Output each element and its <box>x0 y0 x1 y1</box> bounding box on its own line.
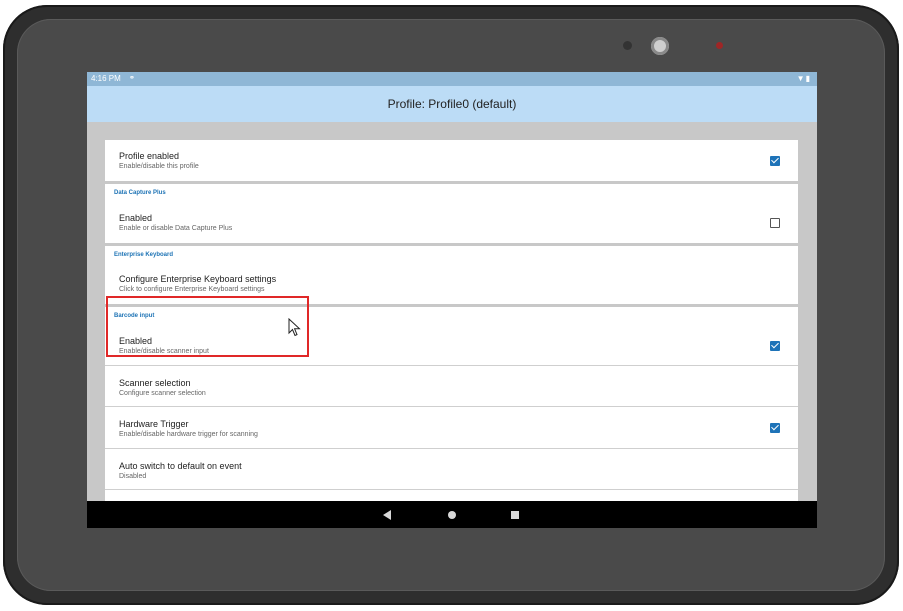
configure-ekb-row[interactable]: Configure Enterprise Keyboard settings C… <box>105 264 798 304</box>
hardware-trigger-title: Hardware Trigger <box>119 419 189 429</box>
dcp-enabled-title: Enabled <box>119 213 153 223</box>
dcp-enabled-subtitle: Enable or disable Data Capture Plus <box>119 225 233 232</box>
status-time: 4:16 PM <box>91 74 121 83</box>
led-indicator <box>716 42 723 49</box>
group-data-capture-plus: Data Capture Plus Enabled Enable or disa… <box>105 184 798 243</box>
barcode-enabled-title: Enabled <box>119 336 153 346</box>
recents-icon[interactable] <box>511 511 519 519</box>
scanner-selection-row[interactable]: Scanner selection Configure scanner sele… <box>105 366 798 406</box>
page-title: Profile: Profile0 (default) <box>387 97 517 111</box>
auto-switch-row[interactable]: Auto switch to default on event Disabled <box>105 449 798 489</box>
battery-wifi-icons: ▼▮ <box>796 74 811 83</box>
status-bar: 4:16 PM ⚭ ▼▮ <box>87 72 817 86</box>
profile-enabled-title: Profile enabled <box>119 151 180 161</box>
barcode-enabled-row[interactable]: Enabled Enable/disable scanner input <box>105 325 798 365</box>
barcode-enabled-checkbox[interactable] <box>770 341 780 351</box>
profile-enabled-subtitle: Enable/disable this profile <box>119 163 199 170</box>
section-header-ekb: Enterprise Keyboard <box>114 252 174 258</box>
profile-enabled-row[interactable]: Profile enabled Enable/disable this prof… <box>105 140 798 181</box>
hardware-trigger-row[interactable]: Hardware Trigger Enable/disable hardware… <box>105 407 798 448</box>
group-barcode-input: Barcode input Enabled Enable/disable sca… <box>105 307 798 501</box>
scanner-selection-title: Scanner selection <box>119 378 191 388</box>
scanner-selection-subtitle: Configure scanner selection <box>119 390 206 397</box>
mic-icon: ⚭ <box>129 75 135 82</box>
divider <box>105 489 798 490</box>
section-header-barcode: Barcode input <box>114 313 155 319</box>
dcp-enabled-checkbox[interactable] <box>770 218 780 228</box>
configure-ekb-title: Configure Enterprise Keyboard settings <box>119 274 277 284</box>
hardware-trigger-checkbox[interactable] <box>770 423 780 433</box>
sensor-dot <box>623 41 632 50</box>
device-screen: 4:16 PM ⚭ ▼▮ Profile: Profile0 (default)… <box>87 72 817 528</box>
app-bar: Profile: Profile0 (default) <box>87 86 817 122</box>
barcode-enabled-subtitle: Enable/disable scanner input <box>119 348 209 355</box>
group-enterprise-keyboard: Enterprise Keyboard Configure Enterprise… <box>105 246 798 304</box>
dcp-enabled-row[interactable]: Enabled Enable or disable Data Capture P… <box>105 202 798 243</box>
group-profile: Profile enabled Enable/disable this prof… <box>105 140 798 181</box>
section-header-dcp: Data Capture Plus <box>114 190 166 196</box>
home-icon[interactable] <box>448 511 456 519</box>
back-icon[interactable] <box>383 510 391 520</box>
profile-enabled-checkbox[interactable] <box>770 156 780 166</box>
auto-switch-subtitle: Disabled <box>119 473 147 480</box>
hardware-trigger-subtitle: Enable/disable hardware trigger for scan… <box>119 431 258 438</box>
configure-ekb-subtitle: Click to configure Enterprise Keyboard s… <box>119 286 265 293</box>
settings-list[interactable]: Profile enabled Enable/disable this prof… <box>87 122 817 501</box>
cursor-icon <box>288 318 301 337</box>
auto-switch-title: Auto switch to default on event <box>119 461 242 471</box>
nav-bar <box>87 501 817 528</box>
camera-icon <box>651 37 669 55</box>
